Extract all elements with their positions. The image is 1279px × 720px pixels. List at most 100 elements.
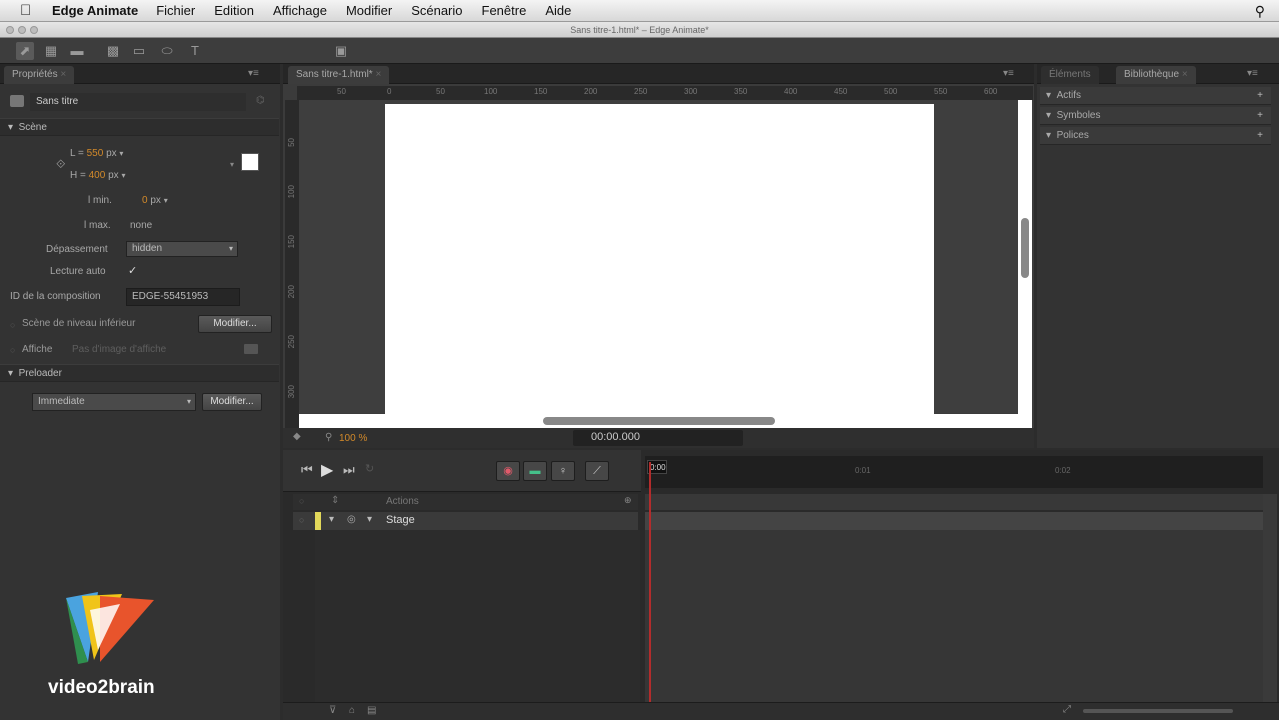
app-name-menu[interactable]: Edge Animate <box>52 3 138 18</box>
easing-icon[interactable]: ⟋ <box>585 461 609 481</box>
menu-bar:  Edge Animate Fichier Edition Affichage… <box>0 0 1279 22</box>
settings-icon[interactable]: ◆ <box>293 431 301 442</box>
tab-stage-document[interactable]: Sans titre-1.html* × <box>288 66 390 84</box>
spotlight-search-icon[interactable]: ⚲ <box>1255 3 1265 20</box>
add-action-icon[interactable]: ⊕ <box>624 495 632 506</box>
actions-track[interactable] <box>645 494 1263 510</box>
minimize-window-icon[interactable] <box>18 26 26 34</box>
down-level-modify-button[interactable]: Modifier... <box>198 315 272 333</box>
loop-icon[interactable]: ↻ <box>365 462 374 475</box>
playhead-line[interactable] <box>649 462 651 702</box>
add-icon[interactable]: + <box>1257 127 1263 145</box>
stage-view-icon[interactable]: ▣ <box>332 42 350 60</box>
time-ruler[interactable]: 0:00 0:01 0:02 <box>645 456 1263 488</box>
width-unit[interactable]: px <box>106 148 117 159</box>
close-tab-icon[interactable]: × <box>375 69 381 80</box>
close-tab-icon[interactable]: × <box>1182 69 1188 80</box>
clipping-tool-icon[interactable]: ▬ <box>68 42 86 60</box>
toggle-icon[interactable]: ○ <box>299 515 304 525</box>
tab-library[interactable]: Bibliothèque × <box>1116 66 1196 84</box>
preloader-section-header[interactable]: ▾ Preloader <box>0 364 279 382</box>
add-icon[interactable]: + <box>1257 107 1263 125</box>
preloader-modify-button[interactable]: Modifier... <box>202 393 262 411</box>
eye-icon[interactable]: ◎ <box>347 514 356 525</box>
time-display[interactable]: 00:00.000 <box>573 430 743 446</box>
poster-toggle-icon[interactable]: ○ <box>10 345 15 355</box>
expand-icon[interactable]: ▾ <box>367 514 372 525</box>
height-unit[interactable]: px <box>108 170 119 181</box>
text-tool-icon[interactable]: T <box>186 42 204 60</box>
toggle-icon[interactable]: ○ <box>299 496 304 506</box>
play-icon[interactable]: ▶ <box>321 460 333 480</box>
menu-edition[interactable]: Edition <box>214 3 254 18</box>
zoom-value[interactable]: 100 % <box>339 433 367 444</box>
tab-elements[interactable]: Éléments <box>1041 66 1099 84</box>
tab-properties[interactable]: Propriétés × <box>4 66 75 84</box>
autoplay-checkbox[interactable]: ✓ <box>128 264 137 277</box>
sort-icon[interactable]: ⇕ <box>331 495 339 506</box>
filter-icon[interactable]: ⊽ <box>329 705 336 716</box>
close-tab-icon[interactable]: × <box>60 69 66 80</box>
menu-fichier[interactable]: Fichier <box>156 3 195 18</box>
vertical-scroll-thumb[interactable] <box>1021 218 1029 278</box>
library-row-fonts[interactable]: ▾ Polices + <box>1040 127 1271 145</box>
poster-camera-icon[interactable] <box>244 344 258 354</box>
transform-tool-icon[interactable]: ▦ <box>42 42 60 60</box>
grid-icon[interactable]: ▤ <box>367 705 376 716</box>
min-width-unit[interactable]: px <box>150 195 161 206</box>
zoom-window-icon[interactable] <box>30 26 38 34</box>
menu-affichage[interactable]: Affichage <box>273 3 327 18</box>
lock-icon[interactable]: ⌂ <box>349 705 355 716</box>
timeline-zoom-slider[interactable] <box>1083 709 1233 713</box>
horizontal-scroll-thumb[interactable] <box>543 417 775 425</box>
stage-track[interactable] <box>645 512 1263 530</box>
panel-menu-icon[interactable]: ▾≡ <box>1247 68 1258 79</box>
actions-label[interactable]: Actions <box>386 496 419 507</box>
library-row-symbols[interactable]: ▾ Symboles + <box>1040 107 1271 125</box>
scene-section-header[interactable]: ▾ Scène <box>0 118 279 136</box>
auto-keyframe-icon[interactable]: ◉ <box>496 461 520 481</box>
stage-color-dropdown-icon[interactable]: ▾ <box>230 160 234 169</box>
composition-id-field[interactable]: EDGE-55451953 <box>126 288 240 306</box>
window-title: Sans titre-1.html* – Edge Animate* <box>570 25 709 35</box>
stage-color-swatch[interactable] <box>241 153 259 171</box>
max-width-label: l max. <box>84 220 111 231</box>
panel-menu-icon[interactable]: ▾≡ <box>248 68 259 79</box>
close-window-icon[interactable] <box>6 26 14 34</box>
tracks-area[interactable] <box>645 530 1263 702</box>
ellipse-tool-icon[interactable]: ⬭ <box>158 42 176 60</box>
link-icon[interactable]: ⌬ <box>256 95 265 106</box>
down-level-toggle-icon[interactable]: ○ <box>10 320 15 330</box>
apple-icon[interactable]:  <box>20 2 38 19</box>
rounded-rectangle-tool-icon[interactable]: ▭ <box>130 42 148 60</box>
width-value[interactable]: 550 <box>87 148 104 159</box>
stage-layer-row[interactable]: ○ ▾ ◎ ▾ Stage <box>293 512 638 530</box>
menu-modifier[interactable]: Modifier <box>346 3 392 18</box>
min-width-value[interactable]: 0 <box>142 195 148 206</box>
element-name-field[interactable]: Sans titre <box>30 93 246 111</box>
stage-canvas[interactable] <box>385 104 934 414</box>
pin-icon[interactable]: ♀ <box>551 461 575 481</box>
preloader-select[interactable]: Immediate ▾ <box>32 393 196 411</box>
menu-aide[interactable]: Aide <box>545 3 571 18</box>
add-icon[interactable]: + <box>1257 87 1263 105</box>
auto-transition-icon[interactable]: ▬ <box>523 461 547 481</box>
max-width-value[interactable]: none <box>130 220 152 231</box>
library-row-assets[interactable]: ▾ Actifs + <box>1040 87 1271 105</box>
menu-scenario[interactable]: Scénario <box>411 3 462 18</box>
go-to-start-icon[interactable]: ⏮ <box>301 462 313 478</box>
overflow-select[interactable]: hidden ▾ <box>126 241 238 257</box>
height-value[interactable]: 400 <box>89 170 106 181</box>
panel-menu-icon[interactable]: ▾≡ <box>1003 68 1014 79</box>
fit-timeline-icon[interactable]: ⤢ <box>1063 704 1071 715</box>
constrain-link-icon[interactable]: ⟐ <box>56 157 65 172</box>
rectangle-tool-icon[interactable]: ▩ <box>104 42 122 60</box>
horizontal-scrollbar[interactable] <box>299 414 1032 428</box>
timeline-vertical-scrollbar[interactable] <box>1263 494 1277 702</box>
ruler-h-tick: 300 <box>684 87 698 96</box>
selection-tool-icon[interactable]: ⬈ <box>16 42 34 60</box>
expand-icon[interactable]: ▾ <box>329 514 334 525</box>
menu-fenetre[interactable]: Fenêtre <box>482 3 527 18</box>
go-to-end-icon[interactable]: ⏭ <box>343 462 355 478</box>
vertical-scrollbar[interactable] <box>1018 100 1032 414</box>
